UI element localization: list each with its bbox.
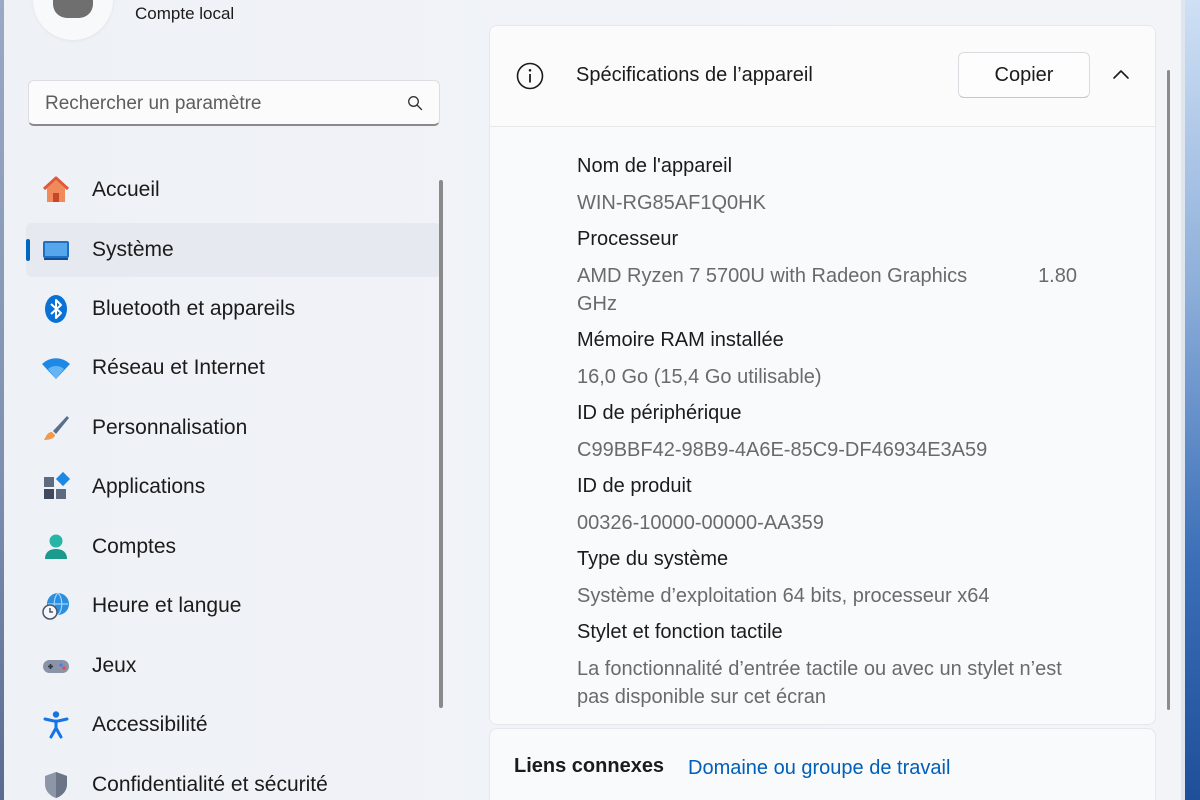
- sidebar-item-confidentialite[interactable]: Confidentialité et sécurité: [26, 755, 441, 800]
- sidebar-item-comptes[interactable]: Comptes: [26, 517, 441, 577]
- device-specs-header[interactable]: Spécifications de l’appareil Copier: [490, 26, 1155, 127]
- sidebar-item-bluetooth[interactable]: Bluetooth et appareils: [26, 279, 441, 339]
- gamepad-icon: [40, 650, 72, 682]
- processor-speed-unit: GHz: [577, 293, 617, 315]
- home-icon: [40, 174, 72, 206]
- sidebar-item-personnalisation[interactable]: Personnalisation: [26, 398, 441, 458]
- chevron-up-icon[interactable]: [1110, 64, 1132, 86]
- sidebar-item-label: Jeux: [92, 653, 137, 677]
- sidebar-item-label: Accessibilité: [92, 713, 208, 737]
- wifi-icon: [40, 352, 72, 384]
- copy-button[interactable]: Copier: [958, 52, 1090, 98]
- device-specs-title: Spécifications de l’appareil: [576, 64, 813, 86]
- search-input[interactable]: [43, 89, 387, 119]
- info-icon: [516, 62, 544, 90]
- sidebar-item-heure-langue[interactable]: Heure et langue: [26, 577, 441, 637]
- active-indicator: [26, 238, 30, 261]
- main-scrollbar[interactable]: [1167, 70, 1170, 710]
- search-icon[interactable]: [407, 95, 423, 111]
- account-type-label: Compte local: [135, 4, 235, 23]
- sidebar-item-accessibilite[interactable]: Accessibilité: [26, 696, 441, 756]
- domain-workgroup-link[interactable]: Domaine ou groupe de travail: [688, 757, 950, 780]
- spec-label: Nom de l'appareil: [577, 155, 733, 177]
- accessibility-icon: [40, 709, 72, 741]
- system-icon: [40, 234, 72, 266]
- spec-label: Type du système: [577, 548, 729, 570]
- apps-icon: [40, 471, 72, 503]
- spec-label: Stylet et fonction tactile: [577, 621, 783, 643]
- related-links-section: Liens connexes Domaine ou groupe de trav…: [489, 728, 1156, 800]
- sidebar-item-reseau[interactable]: Réseau et Internet: [26, 339, 441, 399]
- avatar[interactable]: [33, 0, 113, 40]
- account-icon: [40, 531, 72, 563]
- sidebar-item-label: Accueil: [92, 177, 160, 201]
- desktop-background: [1181, 0, 1200, 800]
- sidebar-item-label: Réseau et Internet: [92, 356, 265, 380]
- processor-name: AMD Ryzen 7 5700U with Radeon Graphics: [577, 265, 968, 287]
- sidebar-item-label: Système: [92, 237, 174, 261]
- sidebar-item-label: Bluetooth et appareils: [92, 296, 296, 320]
- spec-value: AMD Ryzen 7 5700U with Radeon Graphics 1…: [577, 262, 1117, 318]
- sidebar-item-systeme[interactable]: Système: [26, 222, 441, 277]
- spec-value: 00326-10000-00000-AA359: [577, 512, 824, 534]
- sidebar-item-label: Applications: [92, 475, 206, 499]
- window-left-edge: [0, 0, 4, 800]
- time-language-icon: [40, 590, 72, 622]
- spec-value: Système d’exploitation 64 bits, processe…: [577, 585, 990, 607]
- spec-value: La fonctionnalité d’entrée tactile ou av…: [577, 658, 1062, 708]
- spec-label: Mémoire RAM installée: [577, 329, 784, 351]
- brush-icon: [40, 412, 72, 444]
- sidebar-scrollbar[interactable]: [439, 180, 443, 708]
- spec-value: C99BBF42-98B9-4A6E-85C9-DF46934E3A59: [577, 439, 988, 461]
- search-box[interactable]: [28, 80, 440, 126]
- bluetooth-icon: [40, 293, 72, 325]
- device-specs-list: Nom de l'appareil WIN-RG85AF1Q0HK Proces…: [577, 144, 1117, 711]
- sidebar-item-label: Heure et langue: [92, 594, 242, 618]
- sidebar-item-label: Confidentialité et sécurité: [92, 772, 328, 796]
- spec-value: WIN-RG85AF1Q0HK: [577, 192, 766, 214]
- spec-value: 16,0 Go (15,4 Go utilisable): [577, 366, 822, 388]
- related-links-label: Liens connexes: [514, 755, 665, 777]
- device-specs-card: Spécifications de l’appareil Copier Nom …: [489, 25, 1156, 725]
- sidebar-item-label: Comptes: [92, 534, 177, 558]
- sidebar-nav: Accueil Système Bluetooth et appareils R…: [26, 160, 441, 800]
- sidebar-item-applications[interactable]: Applications: [26, 458, 441, 518]
- sidebar-item-label: Personnalisation: [92, 415, 248, 439]
- spec-label: ID de périphérique: [577, 402, 742, 424]
- sidebar-item-jeux[interactable]: Jeux: [26, 636, 441, 696]
- spec-label: Processeur: [577, 228, 679, 250]
- shield-icon: [40, 769, 72, 800]
- processor-speed: 1.80: [1038, 265, 1077, 287]
- spec-label: ID de produit: [577, 475, 692, 497]
- sidebar-item-accueil[interactable]: Accueil: [26, 160, 441, 220]
